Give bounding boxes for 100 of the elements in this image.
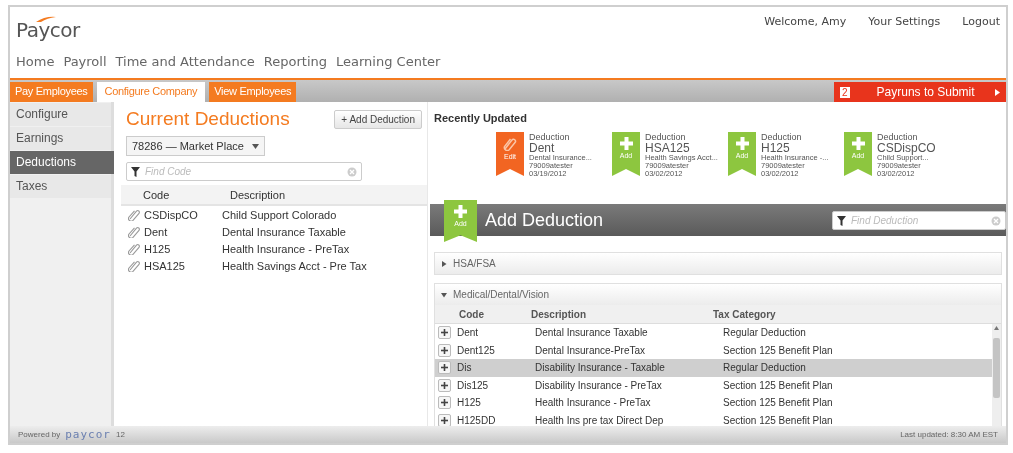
company-select[interactable]: 78286 — Market Place [126, 136, 265, 156]
table-row[interactable]: H125 Health Insurance - PreTax Section 125 Benefit Plan [435, 394, 992, 412]
table-cell-text: Health Ins pre tax Direct Dep [535, 414, 665, 426]
table-cell-text: H125 [457, 397, 482, 409]
add-row-button[interactable] [438, 378, 451, 392]
table-cell-text: Disability Insurance - Taxable [535, 362, 666, 374]
table-cell-text: Disability Insurance - PreTax [535, 379, 663, 391]
card-type: Deduction [761, 132, 803, 142]
powered-by-text: Powered by [18, 430, 61, 439]
card-type: Deduction [645, 132, 687, 142]
search-field[interactable]: Find Deduction [832, 210, 1006, 230]
header-link[interactable]: Your Settings [868, 15, 941, 28]
nav-link[interactable]: Home [16, 54, 55, 69]
dropdown-caret-icon [251, 143, 259, 149]
plus-icon [735, 137, 749, 150]
sidebar-item[interactable]: Deductions [10, 151, 114, 174]
table-cell: Regular Deduction [723, 362, 806, 374]
table-row[interactable]: Dent Dental Insurance Taxable Regular Deduction [435, 324, 992, 342]
table-cell-text: HSA125 [144, 259, 186, 272]
sidebar-item[interactable]: Earnings [10, 127, 111, 150]
plus-icon [619, 137, 633, 150]
paperclip-icon [503, 137, 517, 151]
count-badge: 2 [840, 86, 850, 98]
table-cell: Health Insurance - PreTax [222, 242, 350, 255]
table-cell: Dental Insurance Taxable [222, 225, 346, 238]
plus-icon [441, 329, 448, 337]
table-cell-text: Dent [457, 327, 480, 339]
nav-link[interactable]: Time and Attendance [115, 54, 255, 69]
filter-icon [131, 167, 140, 177]
scroll-up-icon [994, 326, 999, 330]
nav-link[interactable]: Payroll [63, 54, 107, 69]
section-title: Medical/Dental/Vision [453, 289, 549, 300]
section-title: HSA/FSA [453, 258, 496, 269]
logo[interactable]: Paycor [16, 18, 80, 42]
table-cell: Health Savings Acct - Pre Tax [222, 259, 367, 272]
table-cell-text: Dis [457, 362, 473, 374]
welcome-text: Welcome, Amy [764, 15, 847, 28]
paperclip-icon [128, 242, 140, 255]
filter-icon [837, 215, 846, 226]
column-header: Description [230, 189, 286, 201]
table-cell-text: Dis125 [457, 379, 490, 391]
paperclip-icon [128, 208, 140, 221]
card-code: HSA125 [645, 142, 691, 154]
header-link[interactable]: Logout [962, 15, 1000, 28]
section-header[interactable]: HSA/FSA [435, 253, 1001, 274]
table-cell-text: Health Insurance - PreTax [535, 397, 652, 409]
add-row-button[interactable] [438, 361, 451, 375]
company-name: 78286 — Market Place [132, 140, 244, 152]
paperclip-icon [128, 225, 140, 238]
table-cell-text: Dent125 [457, 344, 496, 356]
column-header: Code [143, 189, 171, 201]
card-code: Dent [529, 142, 556, 154]
table-row[interactable]: Dis Disability Insurance - Taxable Regular Deduction [435, 359, 992, 377]
payruns-label: Payruns to Submit [876, 85, 976, 99]
table-row[interactable]: Dis125 Disability Insurance - PreTax Section 125 Benefit Plan [435, 376, 992, 394]
sidebar-item[interactable]: Taxes [10, 175, 111, 198]
clear-icon [347, 167, 357, 177]
table-cell: Section 125 Benefit Plan [723, 379, 833, 391]
add-deduction-button[interactable]: + Add Deduction [334, 109, 422, 129]
plus-icon [441, 364, 448, 372]
payruns-button[interactable]: 2 Payruns to Submit [834, 82, 1006, 102]
plus-icon [454, 205, 467, 218]
add-row-button[interactable] [438, 396, 451, 410]
bar-title: Add Deduction [485, 209, 604, 231]
section-title: Recently Updated [434, 112, 528, 124]
scrollbar[interactable] [992, 324, 1001, 429]
table-cell-text: CSDispCO [144, 208, 199, 221]
add-row-button[interactable] [438, 326, 451, 340]
card-code: CSDispCO [877, 142, 936, 154]
table-row[interactable]: H125DD Health Ins pre tax Direct Dep Section 125 Benefit Plan [435, 411, 992, 429]
clear-icon [991, 215, 1001, 226]
table-cell: Regular Deduction [723, 327, 806, 339]
plus-icon [441, 416, 448, 424]
version-text: 12 [116, 430, 125, 439]
nav-link[interactable]: Reporting [263, 54, 327, 69]
plus-icon [851, 137, 865, 150]
plus-icon [441, 346, 448, 354]
collapsed-caret-icon [441, 260, 447, 267]
search-field[interactable]: Find Code [126, 162, 362, 181]
add-row-button[interactable] [438, 343, 451, 357]
table-cell-text: Dental Insurance-PreTax [535, 344, 647, 356]
paperclip-icon [128, 259, 140, 272]
plus-icon [441, 399, 448, 407]
table-cell-text: Dent [144, 225, 169, 238]
add-row-button[interactable] [438, 413, 451, 427]
sidebar-item[interactable]: Configure [10, 103, 111, 126]
table-cell: Child Support Colorado [222, 208, 337, 221]
table-row[interactable]: Dent125 Dental Insurance-PreTax Section 125 Benefit Plan [435, 341, 992, 359]
table-cell-text: Dental Insurance Taxable [535, 327, 649, 339]
table-cell-text: H125DD [457, 414, 497, 426]
last-updated-text: Last updated: 8:30 AM EST [900, 430, 998, 439]
column-header: Code [459, 309, 485, 320]
footer-logo: paycor [65, 428, 111, 441]
card-code: H125 [761, 142, 791, 154]
expanded-caret-icon [441, 291, 447, 298]
table-cell: Section 125 Benefit Plan [723, 414, 833, 426]
table-cell: Section 125 Benefit Plan [723, 397, 833, 409]
nav-link[interactable]: Learning Center [336, 54, 441, 69]
scroll-thumb[interactable] [993, 338, 1000, 398]
column-header: Description [531, 309, 587, 320]
